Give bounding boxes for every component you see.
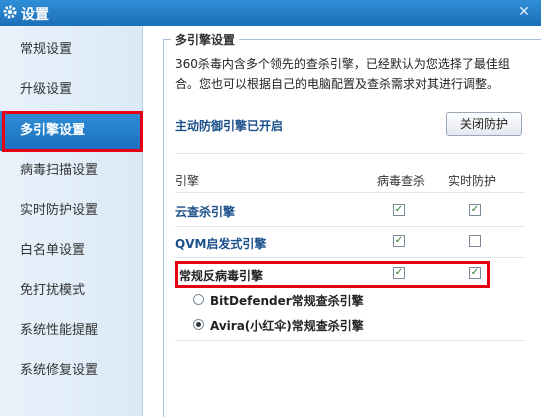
check-icon: ✓ [470,204,480,215]
sidebar-item-system-repair[interactable]: 系统修复设置 [0,351,142,391]
engine-row-label-conventional: 常规反病毒引擎 [179,269,264,283]
sidebar-item-multi-engine[interactable]: 多引擎设置 [0,111,142,151]
divider [175,226,525,227]
sidebar-item-realtime-protection[interactable]: 实时防护设置 [0,191,142,231]
sidebar-item-do-not-disturb[interactable]: 免打扰模式 [0,271,142,311]
title-bar: 设置 ✕ [0,0,541,26]
settings-panel: 多引擎设置 360杀毒内含多个领先的查杀引擎，已经默认为您选择了最佳组 合。您也… [143,26,541,417]
sidebar-item-upgrade[interactable]: 升级设置 [0,70,142,110]
column-header-realtime: 实时防护 [448,174,497,188]
gear-icon [3,5,17,19]
radio-avira[interactable] [193,319,204,330]
divider [175,257,525,258]
engine-row-label-cloud: 云查杀引擎 [175,205,236,219]
sidebar: 常规设置 升级设置 多引擎设置 病毒扫描设置 实时防护设置 白名单设置 免打扰模… [0,26,143,416]
radio-label-bitdefender: BitDefender常规查杀引擎 [210,294,364,308]
description: 360杀毒内含多个领先的查杀引擎，已经默认为您选择了最佳组 合。您也可以根据自己… [175,57,510,91]
sidebar-item-performance-alert[interactable]: 系统性能提醒 [0,311,142,351]
checkbox-qvm-virus-scan[interactable]: ✓ [393,235,405,247]
group-title: 多引擎设置 [171,31,240,48]
sidebar-item-whitelist[interactable]: 白名单设置 [0,231,142,271]
checkbox-qvm-realtime[interactable] [469,235,481,247]
check-icon: ✓ [394,204,404,215]
column-header-virus-scan: 病毒查杀 [377,174,426,188]
sidebar-item-general[interactable]: 常规设置 [0,30,142,70]
check-icon: ✓ [394,235,404,246]
checkbox-conventional-realtime[interactable]: ✓ [469,267,481,279]
column-header-engine: 引擎 [175,174,200,188]
group-box [163,39,541,417]
window-title: 设置 [21,7,49,23]
checkbox-cloud-virus-scan[interactable]: ✓ [393,204,405,216]
check-icon: ✓ [394,267,404,278]
engine-row-label-qvm: QVM启发式引擎 [175,237,267,251]
guard-status-text: 主动防御引擎已开启 [175,119,284,133]
close-button[interactable]: ✕ [513,2,535,22]
radio-bitdefender[interactable] [193,294,204,305]
radio-label-avira: Avira(小红伞)常规查杀引擎 [210,319,364,333]
divider [175,153,525,154]
close-icon: ✕ [518,4,530,20]
check-icon: ✓ [470,267,480,278]
divider [175,340,525,341]
close-guard-button[interactable]: 关闭防护 [446,112,522,136]
checkbox-cloud-realtime[interactable]: ✓ [469,204,481,216]
sidebar-item-virus-scan[interactable]: 病毒扫描设置 [0,151,142,191]
divider [175,192,525,193]
checkbox-conventional-virus-scan[interactable]: ✓ [393,267,405,279]
